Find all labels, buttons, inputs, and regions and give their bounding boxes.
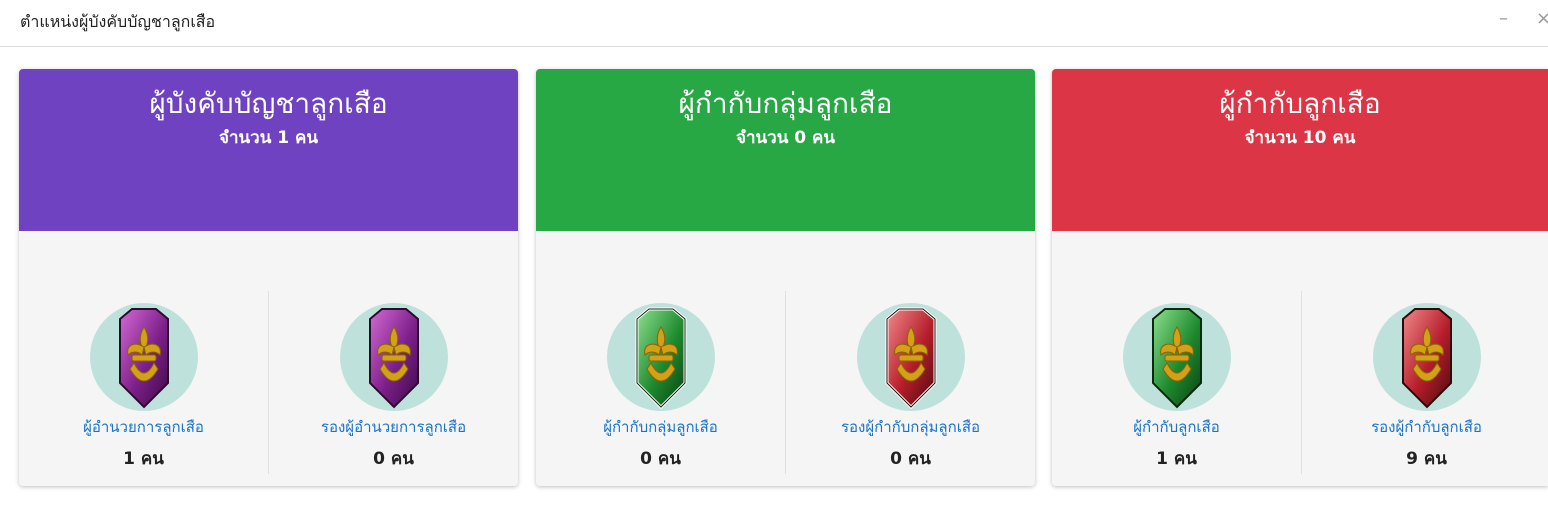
position-link[interactable]: รองผู้อำนวยการลูกเสือ [269, 415, 518, 439]
purple-shield-badge-icon [89, 303, 198, 411]
position-item: รองผู้กำกับกลุ่มลูกเสือ 0 คน [786, 303, 1035, 472]
card-group-scoutmasters: ผู้กำกับกลุ่มลูกเสือ จำนวน 0 คน ผู้กำกับ… [536, 69, 1035, 486]
position-item: ผู้อำนวยการลูกเสือ 1 คน [19, 303, 268, 472]
purple-shield-badge-icon [339, 303, 448, 411]
position-link[interactable]: ผู้กำกับลูกเสือ [1052, 415, 1301, 439]
position-count: 1 คน [123, 449, 164, 469]
position-count: 0 คน [640, 449, 681, 469]
card-title: ผู้กำกับลูกเสือ [1219, 87, 1381, 120]
minimize-icon[interactable]: – [1499, 8, 1508, 29]
close-icon[interactable]: × [1536, 8, 1548, 29]
red-shield-badge-icon [1372, 303, 1481, 411]
window-titlebar: ตำแหน่งผู้บังคับบัญชาลูกเสือ – × [0, 0, 1548, 47]
card-count: จำนวน 10 คน [1244, 128, 1356, 148]
card-body: ผู้อำนวยการลูกเสือ 1 คน รองผู้อำนวยการลู… [19, 231, 518, 486]
position-count: 9 คน [1406, 449, 1447, 469]
window-title: ตำแหน่งผู้บังคับบัญชาลูกเสือ [20, 12, 216, 31]
position-count: 1 คน [1156, 449, 1197, 469]
position-item: รองผู้กำกับลูกเสือ 9 คน [1302, 303, 1548, 472]
card-header: ผู้กำกับลูกเสือ จำนวน 10 คน [1052, 69, 1548, 231]
card-scout-commanders: ผู้บังคับบัญชาลูกเสือ จำนวน 1 คน ผู้อำนว… [19, 69, 518, 486]
card-body: ผู้กำกับกลุ่มลูกเสือ 0 คน รองผู้กำกับกลุ… [536, 231, 1035, 486]
position-item: ผู้กำกับกลุ่มลูกเสือ 0 คน [536, 303, 785, 472]
position-item: รองผู้อำนวยการลูกเสือ 0 คน [269, 303, 518, 472]
green-shield-badge-icon [1122, 303, 1231, 411]
red-shield-badge-icon [856, 303, 965, 411]
card-scoutmasters: ผู้กำกับลูกเสือ จำนวน 10 คน ผู้กำกับลูกเ… [1052, 69, 1548, 486]
position-link[interactable]: รองผู้กำกับกลุ่มลูกเสือ [786, 415, 1035, 439]
green-shield-badge-icon [606, 303, 715, 411]
card-body: ผู้กำกับลูกเสือ 1 คน รองผู้กำกับลูกเสือ … [1052, 231, 1548, 486]
position-link[interactable]: ผู้กำกับกลุ่มลูกเสือ [536, 415, 785, 439]
position-link[interactable]: ผู้อำนวยการลูกเสือ [19, 415, 268, 439]
card-count: จำนวน 1 คน [219, 128, 318, 148]
card-header: ผู้บังคับบัญชาลูกเสือ จำนวน 1 คน [19, 69, 518, 231]
card-header: ผู้กำกับกลุ่มลูกเสือ จำนวน 0 คน [536, 69, 1035, 231]
card-title: ผู้กำกับกลุ่มลูกเสือ [678, 87, 893, 120]
position-item: ผู้กำกับลูกเสือ 1 คน [1052, 303, 1301, 472]
card-title: ผู้บังคับบัญชาลูกเสือ [149, 87, 388, 120]
position-link[interactable]: รองผู้กำกับลูกเสือ [1302, 415, 1548, 439]
position-count: 0 คน [890, 449, 931, 469]
card-count: จำนวน 0 คน [736, 128, 835, 148]
position-count: 0 คน [373, 449, 414, 469]
